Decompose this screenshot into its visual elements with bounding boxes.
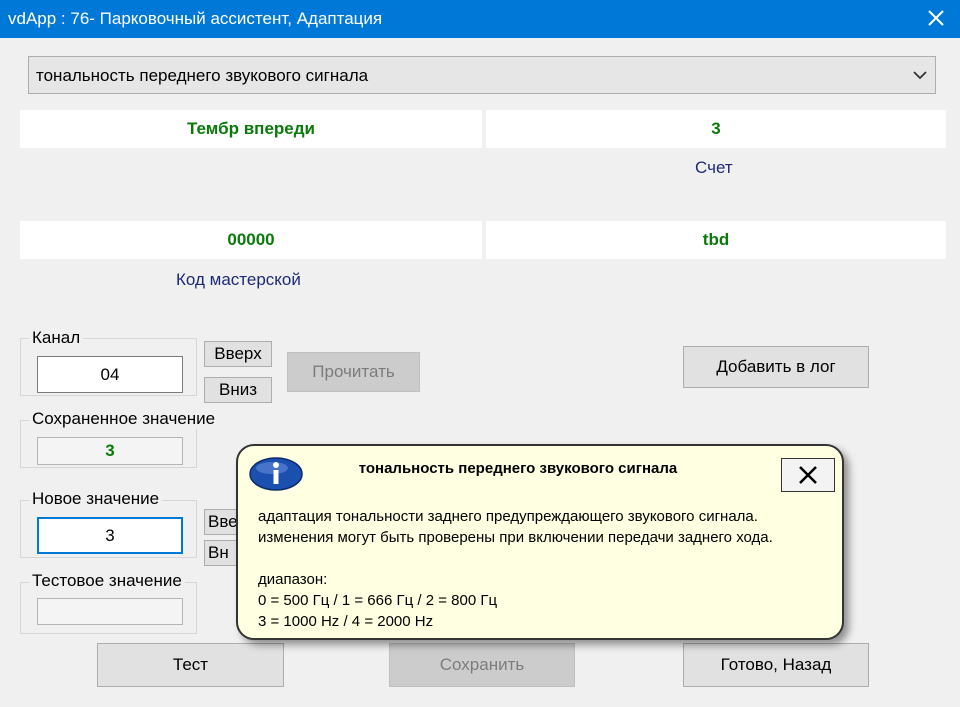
channel-input[interactable]: 04	[37, 356, 183, 393]
saved-value-label: Сохраненное значение	[29, 409, 219, 429]
done-back-button[interactable]: Готово, Назад	[683, 643, 869, 687]
new-value-input[interactable]: 3	[37, 517, 183, 554]
adaptation-select-value: тональность переднего звукового сигнала	[36, 66, 369, 85]
workshop-code-field: 00000	[20, 221, 482, 259]
saved-value-field: 3	[37, 437, 183, 465]
popup-spacer	[258, 548, 773, 569]
test-value-label: Тестовое значение	[29, 571, 185, 591]
info-popup: тональность переднего звукового сигнала …	[236, 444, 844, 640]
add-to-log-button[interactable]: Добавить в лог	[683, 346, 869, 388]
popup-line: диапазон:	[258, 571, 328, 588]
status-field: tbd	[486, 221, 946, 259]
title-bar: vdApp : 76- Парковочный ассистент, Адапт…	[0, 0, 960, 38]
popup-line: изменения могут быть проверены при включ…	[258, 529, 773, 546]
popup-body: адаптация тональности заднего предупрежд…	[258, 506, 773, 632]
popup-close-icon[interactable]	[781, 458, 835, 492]
adaptation-select[interactable]: тональность переднего звукового сигнала	[28, 56, 936, 94]
close-icon[interactable]	[922, 4, 950, 32]
new-value-label: Новое значение	[29, 489, 163, 509]
channel-down-button[interactable]: Вниз	[204, 377, 272, 403]
popup-line: 0 = 500 Гц / 1 = 666 Гц / 2 = 800 Гц	[258, 592, 498, 609]
test-button[interactable]: Тест	[97, 643, 284, 687]
test-value-field	[37, 598, 183, 625]
popup-line: адаптация тональности заднего предупрежд…	[258, 508, 758, 525]
popup-line: 3 = 1000 Hz / 4 = 2000 Hz	[258, 613, 434, 630]
name-field: Тембр впереди	[20, 110, 482, 148]
read-button[interactable]: Прочитать	[287, 352, 420, 392]
channel-label: Канал	[29, 328, 84, 348]
count-label: Счет	[695, 158, 733, 177]
count-field: 3	[486, 110, 946, 148]
window-title: vdApp : 76- Парковочный ассистент, Адапт…	[8, 9, 383, 28]
chevron-down-icon[interactable]	[911, 67, 929, 83]
popup-title: тональность переднего звукового сигнала	[358, 460, 678, 477]
channel-up-button[interactable]: Вверх	[204, 341, 272, 367]
save-button[interactable]: Сохранить	[389, 643, 575, 687]
workshop-code-label: Код мастерской	[176, 270, 301, 289]
